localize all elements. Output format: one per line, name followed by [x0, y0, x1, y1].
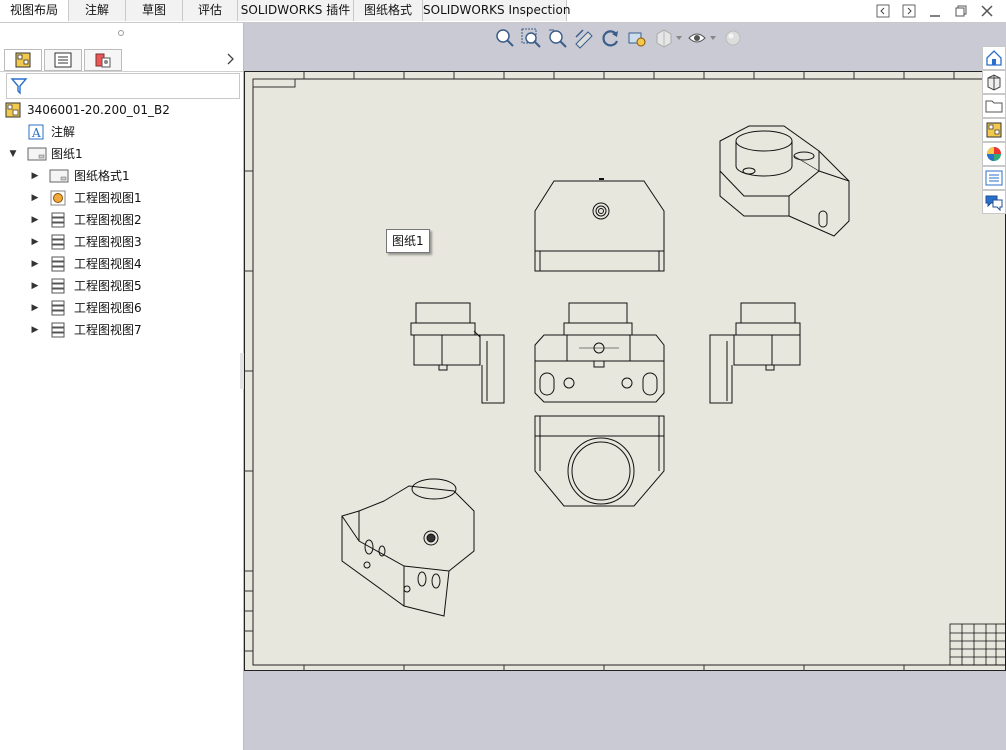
collapse-left-icon[interactable] [876, 4, 890, 18]
tree-item-view-5[interactable]: ▶ 工程图视图5 [30, 276, 230, 296]
collapse-right-icon[interactable] [902, 4, 916, 18]
minimize-icon[interactable] [928, 4, 942, 18]
feature-manager-icon [15, 52, 31, 68]
close-icon[interactable] [980, 4, 994, 18]
command-manager-tabs: 视图布局 注解 草图 评估 SOLIDWORKS 插件 图纸格式 SOLIDWO… [0, 0, 1006, 23]
appearance-icon[interactable] [722, 27, 744, 49]
tree-root-drawing[interactable]: 3406001-20.200_01_B2 [5, 100, 240, 120]
tree-item-label: 工程图视图6 [74, 301, 142, 315]
tree-item-label: 工程图视图2 [74, 213, 142, 227]
tree-item-label: 工程图视图5 [74, 279, 142, 293]
display-manager-icon [95, 53, 111, 68]
task-pane-file-explorer[interactable] [982, 94, 1006, 118]
sheet-format-icon [49, 169, 69, 183]
custom-properties-icon [985, 170, 1003, 186]
expand-right-icon[interactable]: ▶ [30, 320, 40, 340]
expand-right-icon[interactable]: ▶ [30, 210, 40, 230]
display-style-icon[interactable] [653, 27, 675, 49]
tab-property-manager[interactable] [44, 49, 82, 71]
filter-icon [10, 78, 28, 95]
task-pane-appearances[interactable] [982, 142, 1006, 166]
tree-item-annotations[interactable]: A 注解 [28, 122, 228, 142]
projected-view-icon [51, 300, 65, 316]
view-orientation-icon[interactable] [626, 27, 648, 49]
expand-right-icon[interactable]: ▶ [30, 188, 40, 208]
restore-icon[interactable] [954, 4, 968, 18]
svg-text:A: A [31, 126, 41, 140]
panel-tabs [0, 47, 243, 72]
tree-item-view-1[interactable]: ▶ 工程图视图1 [30, 188, 230, 208]
tree-item-sheet-format[interactable]: ▶ 图纸格式1 [30, 166, 230, 186]
expand-right-icon[interactable]: ▶ [30, 254, 40, 274]
tree-item-label: 图纸格式1 [74, 169, 130, 183]
tab-display-manager[interactable] [84, 49, 122, 71]
previous-view-icon[interactable] [546, 27, 568, 49]
tree-filter-input[interactable] [6, 73, 240, 99]
property-manager-icon [54, 52, 72, 68]
tree-item-view-2[interactable]: ▶ 工程图视图2 [30, 210, 230, 230]
panel-grip-icon[interactable] [117, 29, 125, 37]
dropdown-arrow-icon[interactable] [676, 35, 682, 41]
tree-item-label: 注解 [51, 125, 76, 139]
3d-part-icon [987, 74, 1001, 91]
projected-view-icon [51, 256, 65, 272]
drawing-document-icon [5, 102, 21, 118]
sheet-tooltip: 图纸1 [386, 229, 430, 253]
tab-evaluate[interactable]: 评估 [183, 0, 238, 21]
task-pane-design-library[interactable] [982, 70, 1006, 94]
tab-sheet-format[interactable]: 图纸格式 [354, 0, 423, 21]
home-icon [986, 50, 1002, 66]
tree-item-view-7[interactable]: ▶ 工程图视图7 [30, 320, 230, 340]
tab-view-layout[interactable]: 视图布局 [0, 0, 69, 21]
tab-solidworks-addins[interactable]: SOLIDWORKS 插件 [238, 0, 354, 21]
folder-icon [985, 100, 1003, 113]
tree-item-label: 工程图视图4 [74, 257, 142, 271]
graphics-area[interactable] [244, 23, 1006, 750]
tree-root-label: 3406001-20.200_01_B2 [27, 103, 170, 117]
rotate-icon[interactable] [599, 27, 621, 49]
hide-show-icon[interactable] [686, 27, 708, 49]
drawing-sheet[interactable] [244, 71, 1006, 671]
sheet-icon [27, 147, 47, 161]
zoom-to-fit-icon[interactable] [493, 27, 515, 49]
tree-item-sheet[interactable]: ▼ 图纸1 [8, 144, 228, 164]
section-view-icon[interactable] [573, 27, 595, 49]
task-pane-custom-properties[interactable] [982, 166, 1006, 190]
feature-manager-panel: 3406001-20.200_01_B2 A 注解 ▼ 图纸1 ▶ 图纸格式1 … [0, 23, 244, 750]
projected-view-icon [51, 278, 65, 294]
tab-solidworks-inspection[interactable]: SOLIDWORKS Inspection [423, 0, 570, 21]
tab-feature-manager[interactable] [4, 49, 42, 71]
appearances-icon [987, 147, 1001, 161]
expand-right-icon[interactable]: ▶ [30, 166, 40, 186]
task-pane-home[interactable] [982, 46, 1006, 70]
tab-sketch[interactable]: 草图 [126, 0, 183, 21]
task-pane-forum[interactable] [982, 190, 1006, 214]
dropdown-arrow-icon[interactable] [710, 35, 716, 41]
tab-annotation[interactable]: 注解 [69, 0, 126, 21]
expand-right-icon[interactable]: ▶ [30, 298, 40, 318]
tree-item-label: 工程图视图1 [74, 191, 142, 205]
forum-icon [985, 195, 1003, 212]
tree-item-view-6[interactable]: ▶ 工程图视图6 [30, 298, 230, 318]
model-view-icon [50, 190, 66, 206]
tree-item-label: 工程图视图3 [74, 235, 142, 249]
annotations-icon: A [28, 124, 44, 140]
projected-view-icon [51, 234, 65, 250]
tree-item-view-4[interactable]: ▶ 工程图视图4 [30, 254, 230, 274]
view-palette-icon [986, 122, 1002, 138]
tree-item-label: 工程图视图7 [74, 323, 142, 337]
tree-item-view-3[interactable]: ▶ 工程图视图3 [30, 232, 230, 252]
zoom-area-icon[interactable] [520, 27, 542, 49]
expand-right-icon[interactable]: ▶ [30, 276, 40, 296]
tree-item-label: 图纸1 [51, 147, 83, 161]
expand-down-icon[interactable]: ▼ [8, 144, 18, 164]
expand-right-icon[interactable]: ▶ [30, 232, 40, 252]
drawing-sheet-canvas [244, 71, 1006, 671]
chevron-right-icon[interactable] [226, 53, 236, 65]
projected-view-icon [51, 322, 65, 338]
task-pane-view-palette[interactable] [982, 118, 1006, 142]
projected-view-icon [51, 212, 65, 228]
